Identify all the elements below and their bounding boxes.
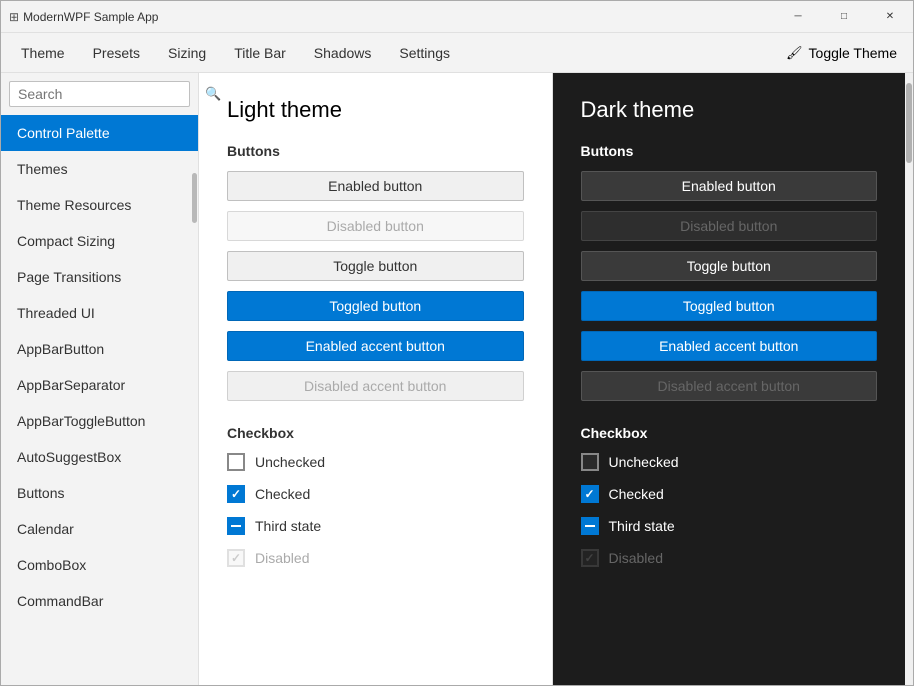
dark-theme-panel: Dark theme Buttons Enabled button Disabl… (553, 73, 906, 686)
dark-checkbox-third-state[interactable] (581, 517, 599, 535)
sidebar: 🔍 Control Palette Themes Theme Resources… (1, 73, 199, 686)
content-scrollbar[interactable] (905, 73, 913, 686)
menu-sizing[interactable]: Sizing (156, 41, 218, 65)
dark-buttons-group: Enabled button Disabled button Toggle bu… (581, 171, 878, 401)
minimize-button[interactable]: ─ (775, 1, 821, 33)
search-box[interactable]: 🔍 (9, 81, 190, 107)
dark-checkbox-group: Unchecked ✓ Checked Third state (581, 453, 878, 567)
light-checkbox-disabled: ✓ (227, 549, 245, 567)
light-checkbox-checked[interactable]: ✓ (227, 485, 245, 503)
dark-check-icon: ✓ (584, 488, 594, 500)
toggle-theme-button[interactable]: 🖌 Toggle Theme (778, 41, 905, 65)
dark-checked-label: Checked (609, 486, 664, 502)
light-checkbox-section-title: Checkbox (227, 425, 524, 441)
sidebar-item-theme-resources[interactable]: Theme Resources (1, 187, 198, 223)
sidebar-item-autosuggestbox[interactable]: AutoSuggestBox (1, 439, 198, 475)
light-checked-label: Checked (255, 486, 310, 502)
light-enabled-button[interactable]: Enabled button (227, 171, 524, 201)
light-checkbox-unchecked[interactable] (227, 453, 245, 471)
content-scrollbar-thumb[interactable] (906, 83, 912, 163)
toggle-theme-label: Toggle Theme (809, 45, 897, 61)
light-disabled-label: Disabled (255, 550, 309, 566)
sidebar-item-commandbar[interactable]: CommandBar (1, 583, 198, 619)
dark-checkbox-section-title: Checkbox (581, 425, 878, 441)
sidebar-item-compact-sizing[interactable]: Compact Sizing (1, 223, 198, 259)
light-third-state-label: Third state (255, 518, 321, 534)
menu-titlebar[interactable]: Title Bar (222, 41, 298, 65)
menu-theme[interactable]: Theme (9, 41, 77, 65)
dark-checkbox-unchecked[interactable] (581, 453, 599, 471)
sidebar-item-control-palette[interactable]: Control Palette (1, 115, 198, 151)
sidebar-item-combobox[interactable]: ComboBox (1, 547, 198, 583)
title-bar-left: ⊞ ModernWPF Sample App (9, 10, 158, 24)
light-checkbox-group: Unchecked ✓ Checked Third state (227, 453, 524, 567)
sidebar-item-appbartogglebutton[interactable]: AppBarToggleButton (1, 403, 198, 439)
dark-enabled-accent-button[interactable]: Enabled accent button (581, 331, 878, 361)
sidebar-item-buttons[interactable]: Buttons (1, 475, 198, 511)
light-theme-panel: Light theme Buttons Enabled button Disab… (199, 73, 553, 686)
third-state-icon (231, 525, 241, 527)
dark-disabled-button: Disabled button (581, 211, 878, 241)
sidebar-item-appbarbutton[interactable]: AppBarButton (1, 331, 198, 367)
dark-checkbox-disabled-row: ✓ Disabled (581, 549, 878, 567)
menu-bar: Theme Presets Sizing Title Bar Shadows S… (1, 33, 913, 73)
sidebar-item-appbarseparator[interactable]: AppBarSeparator (1, 367, 198, 403)
light-theme-title: Light theme (227, 97, 524, 123)
light-checkbox-checked-row: ✓ Checked (227, 485, 524, 503)
light-checkbox-third-state[interactable] (227, 517, 245, 535)
sidebar-item-calendar[interactable]: Calendar (1, 511, 198, 547)
menu-settings[interactable]: Settings (387, 41, 462, 65)
toggle-theme-icon: 🖌 (786, 45, 803, 61)
dark-checkbox-disabled: ✓ (581, 549, 599, 567)
menu-bar-items: Theme Presets Sizing Title Bar Shadows S… (9, 41, 462, 65)
sidebar-list: Control Palette Themes Theme Resources C… (1, 115, 198, 686)
search-icon[interactable]: 🔍 (205, 86, 221, 102)
dark-toggle-button[interactable]: Toggle button (581, 251, 878, 281)
sidebar-item-page-transitions[interactable]: Page Transitions (1, 259, 198, 295)
dark-enabled-button[interactable]: Enabled button (581, 171, 878, 201)
dark-checkbox-checked-row: ✓ Checked (581, 485, 878, 503)
dark-third-state-label: Third state (609, 518, 675, 534)
search-input[interactable] (18, 86, 199, 102)
dark-checkbox-unchecked-row: Unchecked (581, 453, 878, 471)
sidebar-item-themes[interactable]: Themes (1, 151, 198, 187)
app-body: 🔍 Control Palette Themes Theme Resources… (1, 73, 913, 686)
app-icon: ⊞ (9, 10, 19, 24)
dark-disabled-accent-button: Disabled accent button (581, 371, 878, 401)
check-icon: ✓ (231, 488, 241, 500)
light-toggle-button[interactable]: Toggle button (227, 251, 524, 281)
light-unchecked-label: Unchecked (255, 454, 325, 470)
light-buttons-section-title: Buttons (227, 143, 524, 159)
sidebar-item-threaded-ui[interactable]: Threaded UI (1, 295, 198, 331)
light-buttons-group: Enabled button Disabled button Toggle bu… (227, 171, 524, 401)
dark-unchecked-label: Unchecked (609, 454, 679, 470)
light-enabled-accent-button[interactable]: Enabled accent button (227, 331, 524, 361)
light-disabled-accent-button: Disabled accent button (227, 371, 524, 401)
content-area: Light theme Buttons Enabled button Disab… (199, 73, 913, 686)
light-checkbox-unchecked-row: Unchecked (227, 453, 524, 471)
dark-checkbox-checked[interactable]: ✓ (581, 485, 599, 503)
dark-checkbox-third-state-row: Third state (581, 517, 878, 535)
sidebar-scrollbar-thumb[interactable] (192, 173, 197, 223)
dark-third-state-icon (585, 525, 595, 527)
disabled-check-icon: ✓ (231, 552, 241, 564)
light-checkbox-third-state-row: Third state (227, 517, 524, 535)
dark-theme-title: Dark theme (581, 97, 878, 123)
light-checkbox-disabled-row: ✓ Disabled (227, 549, 524, 567)
light-toggled-button[interactable]: Toggled button (227, 291, 524, 321)
dark-disabled-check-icon: ✓ (584, 552, 594, 564)
title-bar: ⊞ ModernWPF Sample App ─ □ ✕ (1, 1, 913, 33)
close-button[interactable]: ✕ (867, 1, 913, 33)
menu-shadows[interactable]: Shadows (302, 41, 384, 65)
dark-buttons-section-title: Buttons (581, 143, 878, 159)
dark-toggled-button[interactable]: Toggled button (581, 291, 878, 321)
menu-presets[interactable]: Presets (81, 41, 152, 65)
maximize-button[interactable]: □ (821, 1, 867, 33)
light-disabled-button: Disabled button (227, 211, 524, 241)
title-bar-controls: ─ □ ✕ (775, 1, 913, 33)
app-title: ModernWPF Sample App (23, 10, 158, 24)
dark-disabled-label: Disabled (609, 550, 663, 566)
